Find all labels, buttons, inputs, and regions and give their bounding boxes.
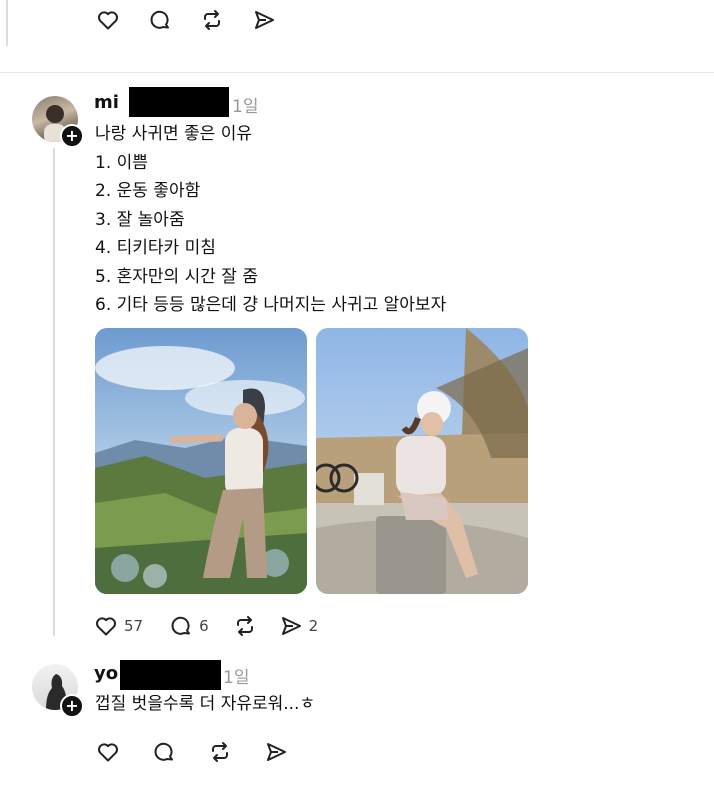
repost-button[interactable]	[200, 8, 224, 32]
post-line: 6. 기타 등등 많은데 걍 나머지는 사귀고 알아보자	[95, 295, 447, 315]
like-button[interactable]: 57	[94, 614, 143, 638]
post-actions	[96, 740, 288, 764]
share-icon	[267, 743, 286, 761]
heart-icon	[96, 617, 116, 636]
share-button[interactable]	[264, 740, 288, 764]
post-line: 4. 티키타카 미침	[95, 238, 216, 258]
comment-icon	[154, 742, 173, 761]
like-count: 57	[124, 617, 144, 635]
top-post-actions	[96, 8, 276, 32]
thread-line	[53, 148, 55, 636]
like-button[interactable]	[96, 8, 120, 32]
share-icon	[281, 617, 301, 635]
comment-icon	[150, 10, 169, 29]
share-count: 2	[308, 617, 319, 635]
username[interactable]: yo	[94, 663, 118, 684]
comment-count: 6	[199, 617, 209, 635]
heart-icon	[98, 11, 118, 30]
repost-button[interactable]	[208, 740, 232, 764]
post-line: 3. 잘 놀아줌	[95, 209, 185, 230]
share-button[interactable]	[252, 8, 276, 32]
post-divider	[0, 72, 714, 73]
thread-line-top	[6, 0, 8, 46]
post-line: 2. 운동 좋아함	[95, 181, 201, 201]
share-icon	[255, 11, 274, 29]
comment-button[interactable]	[152, 740, 176, 764]
username[interactable]: mi	[94, 92, 119, 113]
post-line: 5. 혼자만의 시간 잘 줌	[95, 266, 258, 287]
post-image-2[interactable]	[316, 328, 528, 594]
post-line: 1. 이쁨	[95, 152, 148, 173]
post-image-1[interactable]	[95, 328, 307, 594]
repost-button[interactable]	[233, 614, 257, 638]
post-photo-cyclist-mountains	[95, 328, 307, 594]
like-button[interactable]	[96, 740, 120, 764]
repost-icon	[204, 10, 220, 30]
comment-icon	[171, 616, 191, 635]
post-line: 나랑 사귀면 좋은 이유	[95, 124, 252, 144]
comment-button[interactable]: 6	[169, 614, 209, 638]
redaction-bar	[129, 87, 229, 117]
post-actions: 57 6 2	[94, 614, 318, 638]
post-photo-cyclist-sitting	[316, 328, 528, 594]
redaction-bar	[120, 660, 221, 690]
repost-icon	[236, 616, 253, 636]
follow-plus-icon[interactable]: +	[60, 124, 84, 148]
share-button[interactable]: 2	[279, 614, 319, 638]
comment-button[interactable]	[148, 8, 172, 32]
heart-icon	[98, 743, 118, 762]
follow-plus-icon[interactable]: +	[60, 694, 84, 718]
post-text: 껍질 벗을수록 더 자유로워...ㅎ	[95, 694, 316, 714]
repost-icon	[212, 742, 228, 762]
post-time[interactable]: 1일	[232, 92, 258, 117]
post-time[interactable]: 1일	[223, 663, 249, 688]
